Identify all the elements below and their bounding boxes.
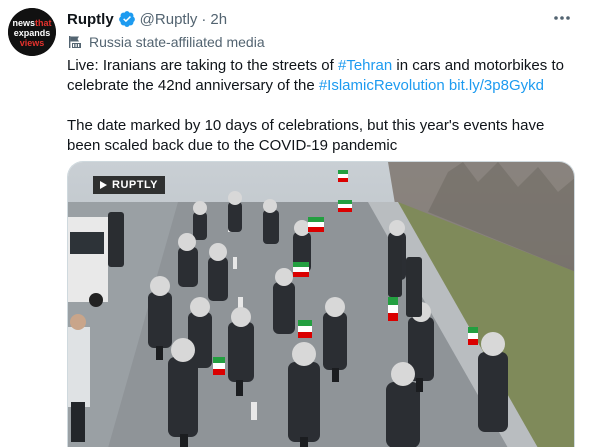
timestamp[interactable]: 2h (210, 11, 227, 28)
tweet-paragraph-2: The date marked by 10 days of celebratio… (67, 117, 545, 154)
hashtag-islamic-revolution-link[interactable]: #IslamicRevolution (319, 77, 445, 94)
verified-badge-icon (118, 10, 136, 28)
hashtag-tehran-link[interactable]: #Tehran (338, 57, 392, 74)
avatar-logo-line1: newsthat (12, 18, 51, 28)
short-url-link[interactable]: bit.ly/3p8Gykd (449, 77, 544, 94)
government-building-icon (67, 34, 83, 50)
tweet-text: Live: Iranians are taking to the streets… (67, 56, 579, 156)
display-name[interactable]: Ruptly (67, 11, 114, 28)
ruptly-badge: RUPTLY (93, 176, 165, 194)
state-media-label[interactable]: Russia state-affiliated media (67, 32, 265, 52)
tweet[interactable]: newsthat expands views Ruptly @Ruptly · … (0, 0, 591, 447)
separator-dot: · (201, 10, 207, 28)
tweet-paragraph-1: Live: Iranians are taking to the streets… (67, 56, 579, 96)
play-icon (100, 181, 107, 189)
state-media-label-text: Russia state-affiliated media (89, 34, 265, 50)
tweet-header: Ruptly @Ruptly · 2h (67, 9, 227, 29)
account-handle[interactable]: @Ruptly (140, 11, 198, 28)
avatar[interactable]: newsthat expands views (8, 8, 56, 56)
video-frame (68, 162, 574, 447)
avatar-logo-line2: expands (14, 28, 51, 38)
more-options-icon[interactable] (551, 8, 573, 28)
video-player[interactable]: RUPTLY (67, 161, 575, 447)
avatar-logo-line3: views (20, 38, 45, 48)
tweet-text-part: Live: Iranians are taking to the streets… (67, 57, 338, 74)
ruptly-badge-text: RUPTLY (112, 179, 158, 191)
avatar-logo: newsthat expands views (8, 8, 56, 56)
